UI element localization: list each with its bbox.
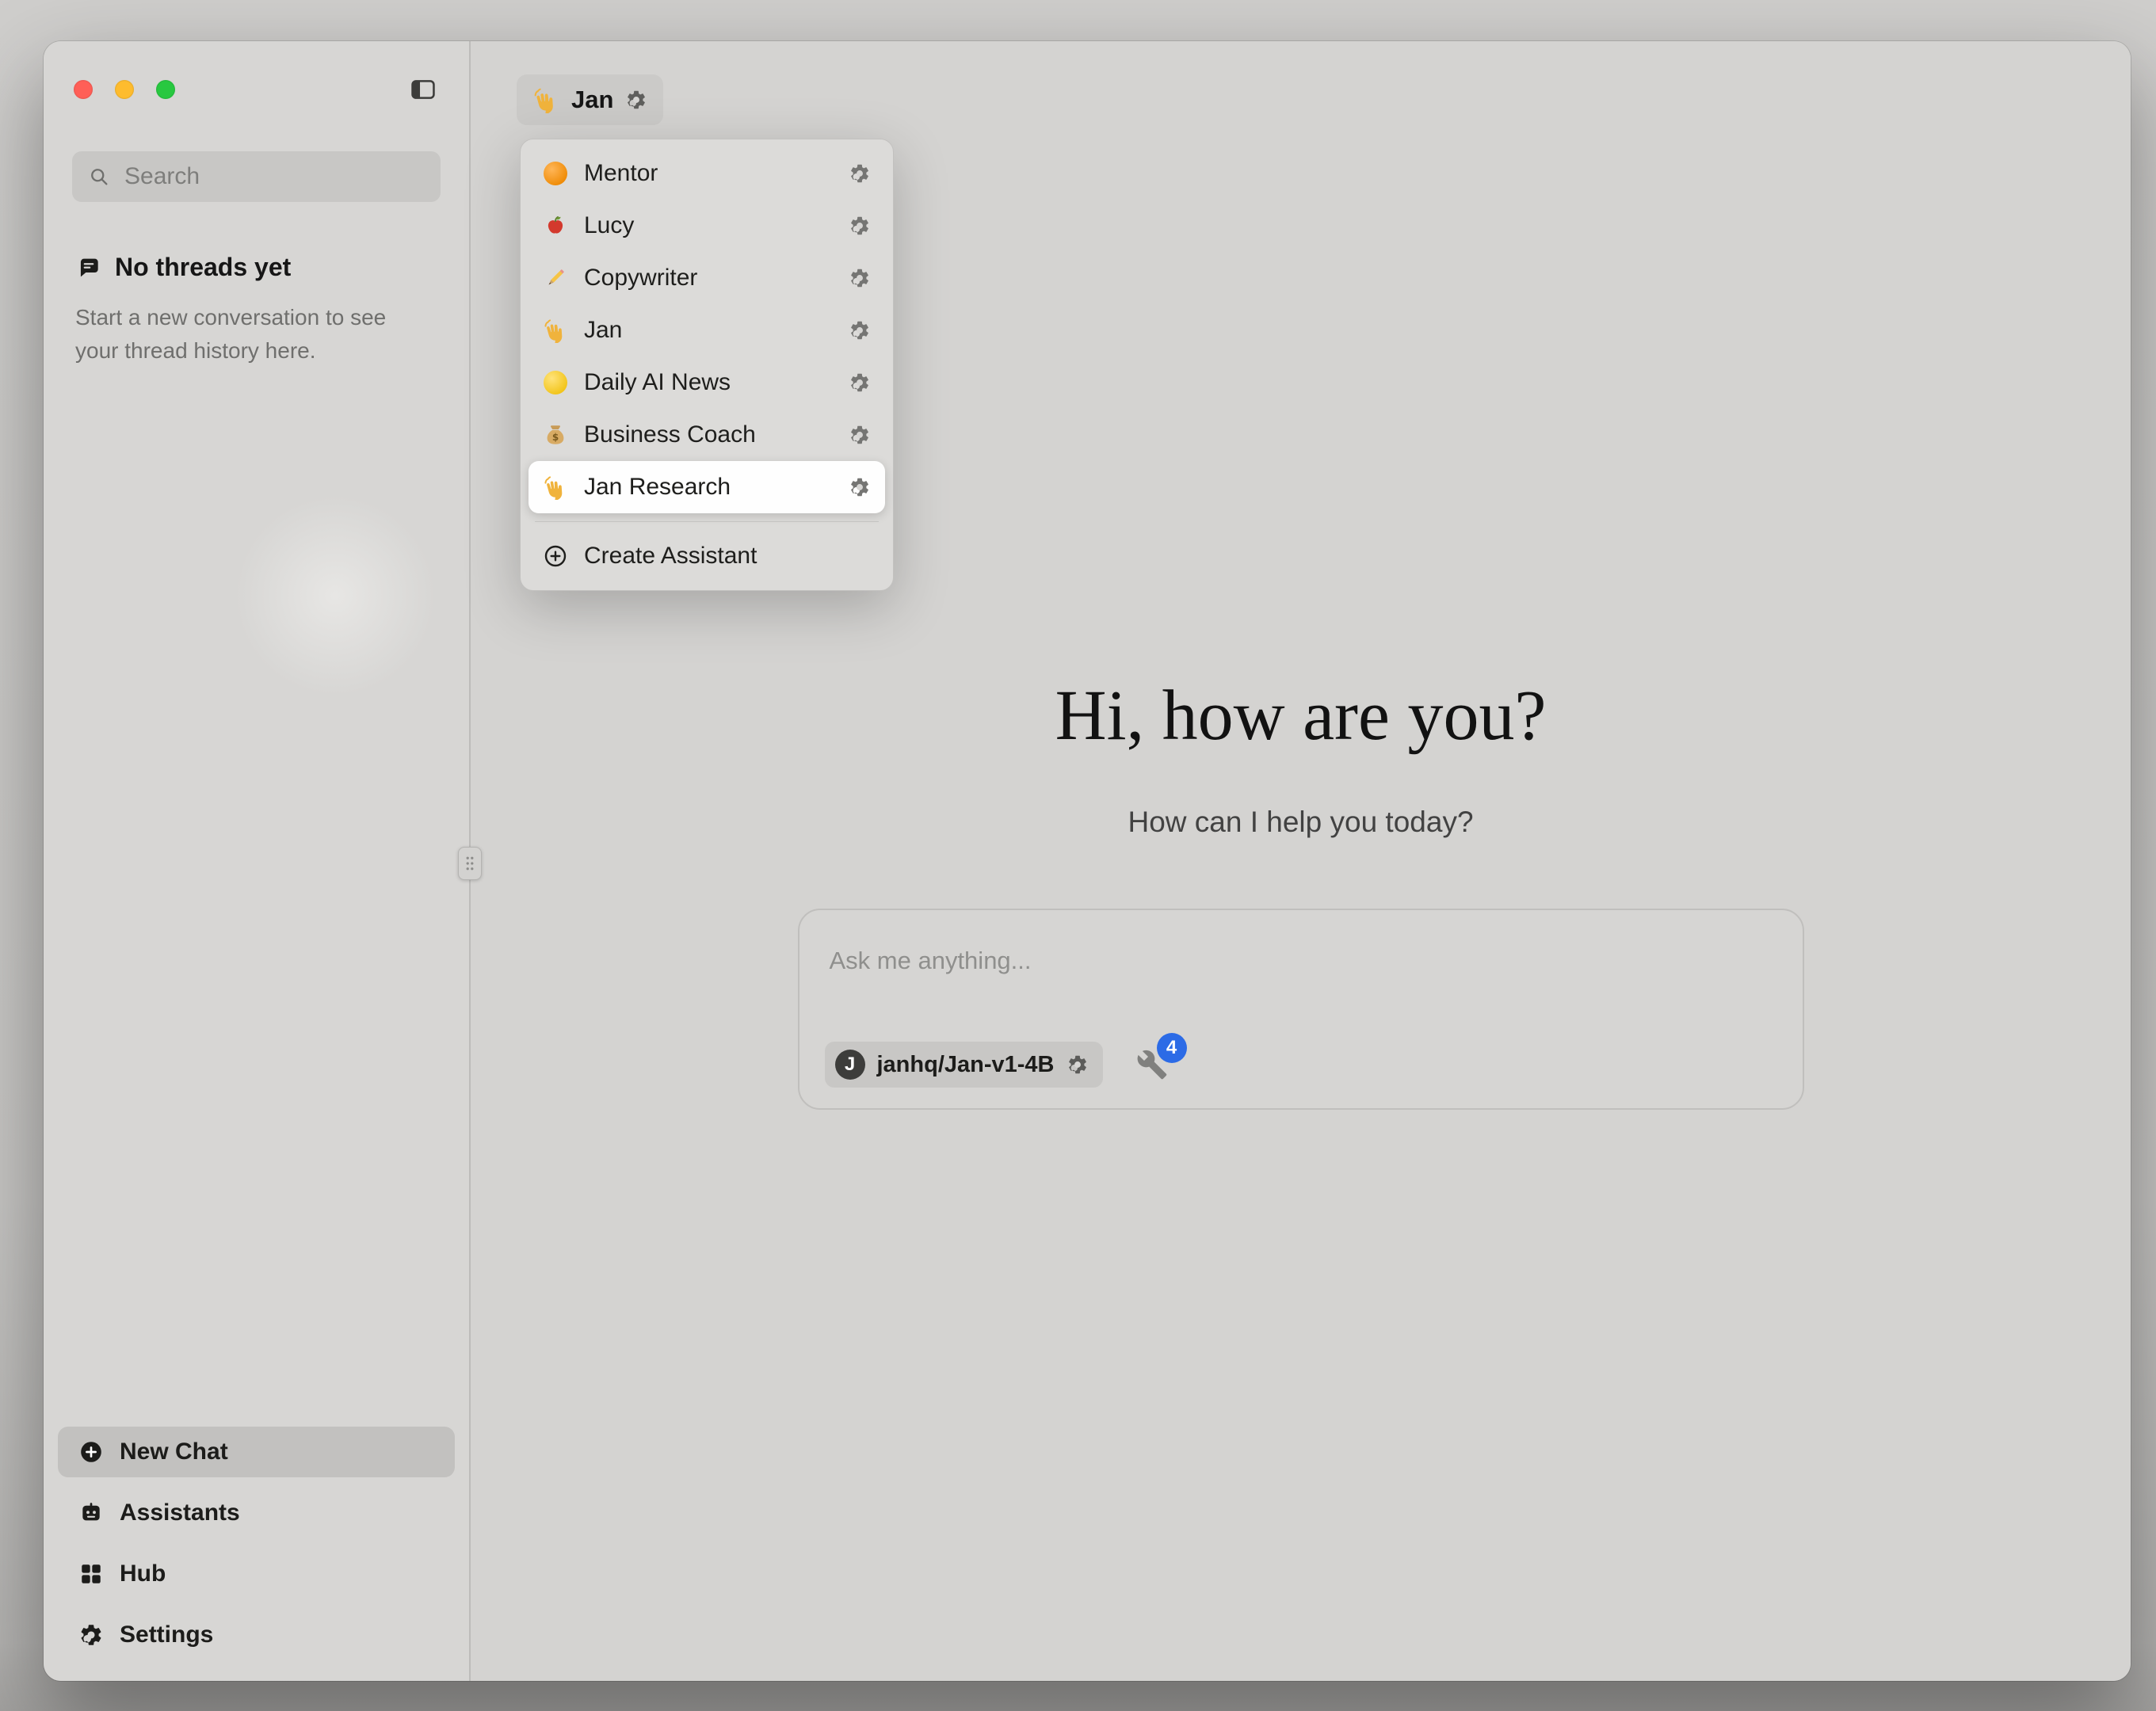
orange-circle-icon [543, 161, 568, 186]
maximize-window-button[interactable] [156, 80, 175, 99]
assistant-menu-item-label: Copywriter [584, 265, 833, 292]
plus-circle-icon [78, 1439, 104, 1465]
assistant-menu-item[interactable]: Jan [529, 304, 885, 356]
sidebar-item-new-chat[interactable]: New Chat [58, 1427, 455, 1477]
plus-circle-icon [543, 543, 568, 569]
gear-icon[interactable] [849, 267, 871, 289]
gear-icon[interactable] [849, 215, 871, 237]
assistant-menu-list: Mentor Lucy Copywriter Jan Daily AI News $ Bus… [529, 147, 885, 513]
wave-icon [543, 474, 568, 500]
assistant-menu-item[interactable]: Copywriter [529, 252, 885, 304]
assistant-menu-item-label: Business Coach [584, 421, 833, 448]
gear-icon[interactable] [849, 319, 871, 341]
blocks-icon [78, 1561, 104, 1587]
create-assistant-label: Create Assistant [584, 543, 871, 570]
wave-icon [543, 318, 568, 343]
composer-toolbar: J janhq/Jan-v1-4B 4 [825, 1042, 1170, 1088]
minimize-window-button[interactable] [115, 80, 134, 99]
assistant-selector[interactable]: Jan [517, 74, 663, 125]
sidebar-nav: New Chat Assistants Hub Settings [44, 1427, 469, 1681]
sidebar-resize-handle[interactable] [458, 847, 482, 880]
search-input[interactable] [123, 162, 432, 191]
empty-state-title: No threads yet [115, 253, 291, 282]
menu-divider [535, 521, 879, 522]
close-window-button[interactable] [74, 80, 93, 99]
search-icon [88, 166, 110, 188]
assistant-menu-item[interactable]: $ Business Coach [529, 409, 885, 461]
pencil-icon [543, 265, 568, 291]
svg-text:$: $ [552, 432, 559, 443]
greeting-subtitle: How can I help you today? [471, 806, 2131, 839]
sidebar: No threads yet Start a new conversation … [44, 41, 471, 1681]
sidebar-item-label: Settings [120, 1621, 213, 1648]
gear-icon[interactable] [1067, 1054, 1089, 1076]
message-input[interactable] [828, 945, 1774, 1004]
model-name: janhq/Jan-v1-4B [877, 1052, 1055, 1078]
sidebar-item-assistants[interactable]: Assistants [58, 1488, 455, 1538]
model-avatar: J [835, 1050, 865, 1080]
assistant-menu-item[interactable]: Lucy [529, 200, 885, 252]
sidebar-item-hub[interactable]: Hub [58, 1549, 455, 1599]
gear-icon[interactable] [849, 424, 871, 446]
wave-icon [532, 86, 559, 113]
gear-icon[interactable] [625, 89, 647, 111]
create-assistant-button[interactable]: Create Assistant [529, 530, 885, 582]
sidebar-item-label: Hub [120, 1560, 166, 1587]
assistant-menu-item-label: Lucy [584, 212, 833, 239]
threads-empty-state: No threads yet Start a new conversation … [75, 253, 437, 368]
app-window: No threads yet Start a new conversation … [44, 41, 2131, 1681]
sidebar-toggle-icon [410, 76, 437, 103]
sidebar-item-settings[interactable]: Settings [58, 1610, 455, 1660]
gear-icon[interactable] [849, 162, 871, 185]
assistant-name: Jan [571, 86, 613, 114]
assistant-menu-item-label: Daily AI News [584, 369, 833, 396]
traffic-lights [74, 80, 175, 99]
greeting-title: Hi, how are you? [471, 675, 2131, 756]
assistant-menu-item-label: Jan Research [584, 474, 833, 501]
assistant-menu-item-label: Jan [584, 317, 833, 344]
tools-count-badge: 4 [1157, 1033, 1187, 1063]
composer: J janhq/Jan-v1-4B 4 [798, 909, 1804, 1110]
sidebar-toggle-button[interactable] [407, 74, 439, 105]
assistant-menu-item-label: Mentor [584, 160, 833, 187]
yellow-circle-icon [543, 370, 568, 395]
tools-button[interactable]: 4 [1135, 1047, 1170, 1082]
assistant-menu-item[interactable]: Mentor [529, 147, 885, 200]
search-box[interactable] [72, 151, 441, 202]
empty-state-description: Start a new conversation to see your thr… [75, 301, 437, 368]
robot-icon [78, 1500, 104, 1526]
grip-icon [464, 855, 475, 872]
model-selector[interactable]: J janhq/Jan-v1-4B [825, 1042, 1103, 1088]
desktop-background: No threads yet Start a new conversation … [0, 0, 2156, 1711]
assistant-menu-item[interactable]: Daily AI News [529, 356, 885, 409]
gear-icon [78, 1622, 104, 1648]
main-area: Jan Mentor Lucy Copywriter Jan Daily AI News… [471, 41, 2131, 1681]
sidebar-item-label: Assistants [120, 1500, 240, 1526]
gear-icon[interactable] [849, 476, 871, 498]
assistant-menu-item[interactable]: Jan Research [529, 461, 885, 513]
titlebar [44, 41, 469, 138]
money-bag-icon: $ [543, 422, 568, 448]
sidebar-item-label: New Chat [120, 1439, 228, 1465]
apple-icon [543, 213, 568, 238]
gear-icon[interactable] [849, 372, 871, 394]
chat-bubble-icon [75, 255, 101, 280]
assistant-menu: Mentor Lucy Copywriter Jan Daily AI News $ Bus… [520, 139, 894, 591]
